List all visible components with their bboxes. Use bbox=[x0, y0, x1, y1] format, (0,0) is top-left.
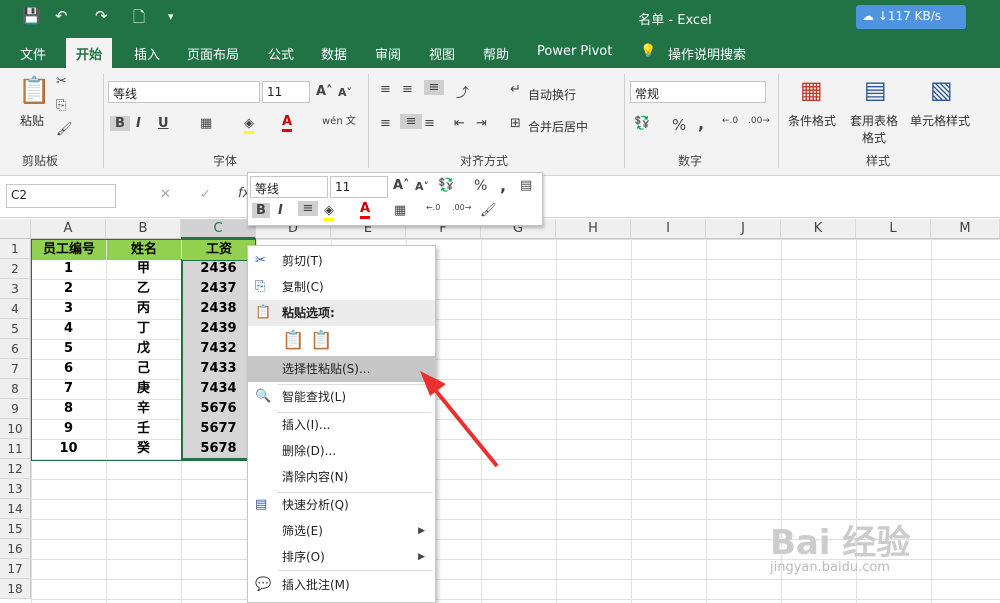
baidu-watermark: Bai 经验 bbox=[770, 523, 911, 563]
baidu-watermark-url: jingyan.baidu.com bbox=[770, 560, 890, 575]
arrow-head bbox=[420, 371, 446, 396]
annotation-arrow bbox=[420, 371, 499, 468]
arrow-shaft bbox=[430, 384, 499, 468]
